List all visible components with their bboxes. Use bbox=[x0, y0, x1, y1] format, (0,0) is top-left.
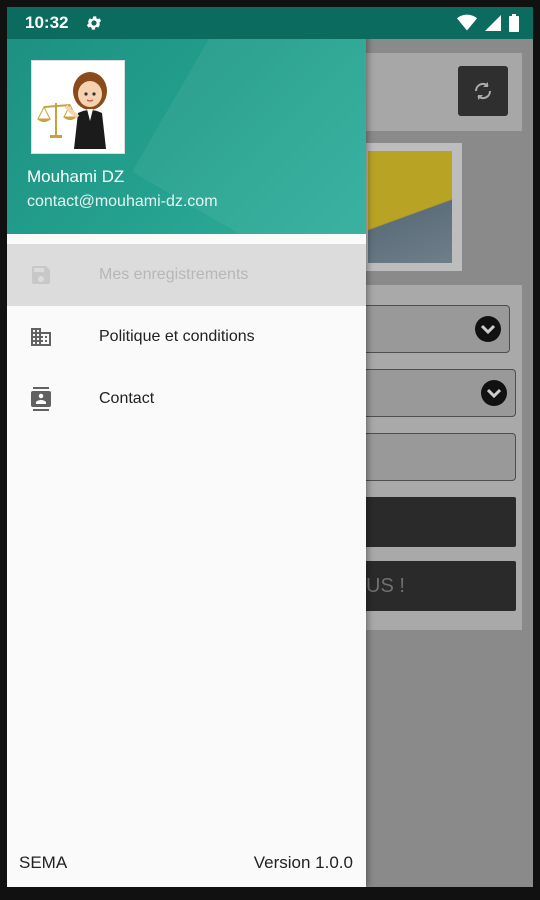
avatar bbox=[31, 60, 125, 154]
footer-version: Version 1.0.0 bbox=[253, 853, 353, 872]
battery-icon bbox=[509, 14, 519, 32]
bg-select-2[interactable] bbox=[362, 369, 516, 417]
status-bar: 10:32 bbox=[7, 7, 533, 39]
menu-item-label: Mes enregistrements bbox=[99, 266, 249, 283]
menu-item-politique[interactable]: Politique et conditions bbox=[7, 306, 366, 368]
bg-button-2[interactable]: US ! bbox=[362, 561, 516, 611]
footer-brand: SEMA bbox=[19, 853, 68, 872]
user-email: contact@mouhami-dz.com bbox=[27, 193, 218, 210]
menu-item-label: Politique et conditions bbox=[99, 328, 255, 345]
signal-icon bbox=[485, 15, 501, 31]
menu-item-contact[interactable]: Contact bbox=[7, 368, 366, 430]
chevron-down-icon bbox=[475, 316, 501, 342]
drawer-menu: Mes enregistrements Politique et conditi… bbox=[7, 244, 366, 430]
bg-input[interactable] bbox=[362, 433, 516, 481]
phone-screen: 10:32 US ! Mouhami DZ contact@mouhami-dz… bbox=[7, 7, 533, 887]
drawer-header: Mouhami DZ contact@mouhami-dz.com bbox=[7, 7, 366, 234]
menu-item-label: Contact bbox=[99, 390, 155, 407]
chevron-down-icon bbox=[481, 380, 507, 406]
status-time: 10:32 bbox=[25, 13, 69, 32]
settings-gear-icon bbox=[86, 16, 102, 30]
status-icons bbox=[457, 14, 519, 32]
building-icon bbox=[31, 328, 51, 346]
bg-button-2-label: US ! bbox=[366, 574, 405, 597]
bg-image bbox=[368, 151, 452, 263]
refresh-button[interactable] bbox=[458, 66, 508, 116]
bg-select-1[interactable] bbox=[362, 305, 510, 353]
wifi-icon bbox=[457, 14, 477, 31]
bg-button-1[interactable] bbox=[362, 497, 516, 547]
refresh-icon bbox=[474, 82, 492, 100]
contact-card-icon bbox=[31, 387, 51, 411]
navigation-drawer: Mouhami DZ contact@mouhami-dz.com Mes en… bbox=[7, 7, 366, 887]
lawyer-with-scales-avatar bbox=[37, 72, 107, 149]
save-icon bbox=[32, 266, 50, 284]
user-name: Mouhami DZ bbox=[27, 167, 125, 186]
menu-item-mes-enregistrements[interactable]: Mes enregistrements bbox=[7, 244, 366, 306]
bg-image-frame bbox=[362, 143, 462, 271]
bg-form: US ! bbox=[362, 285, 522, 630]
